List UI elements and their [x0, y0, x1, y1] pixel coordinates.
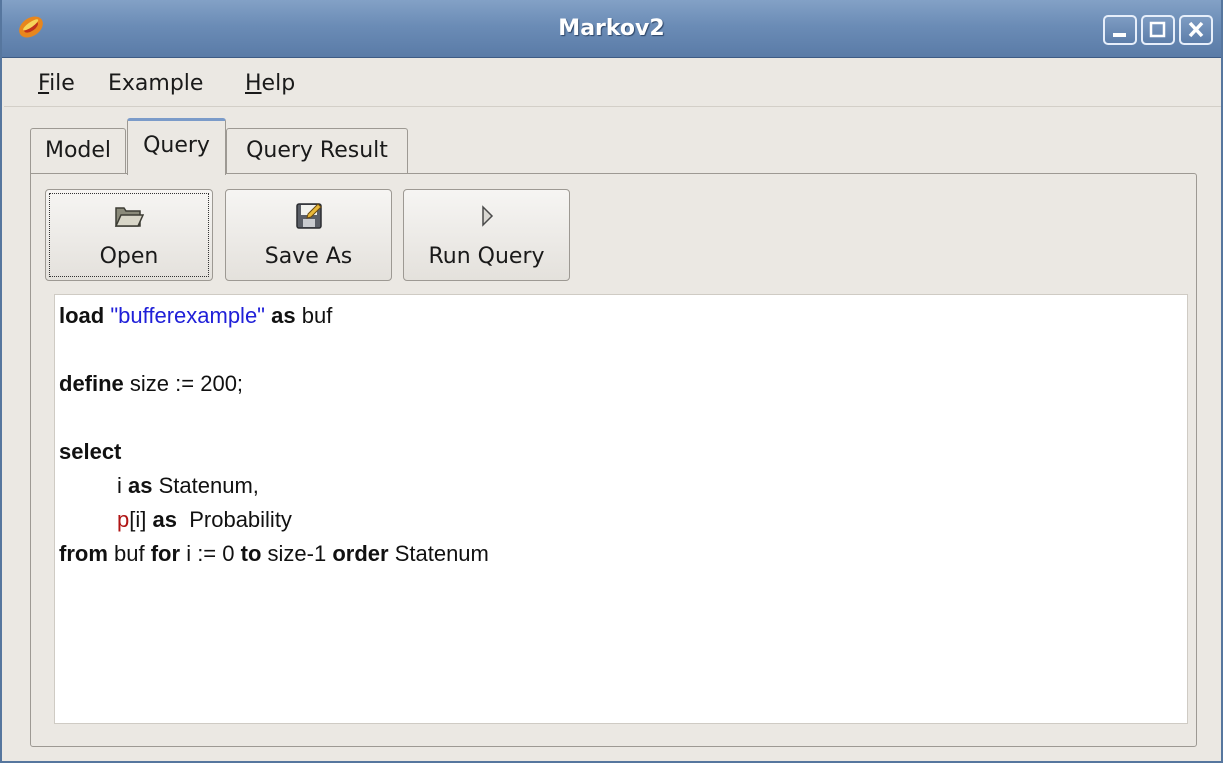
tab-query[interactable]: Query [127, 118, 226, 175]
keyword: to [240, 541, 262, 566]
minimize-button[interactable] [1103, 15, 1137, 45]
keyword: as [128, 473, 153, 498]
menu-example[interactable]: Example [108, 71, 203, 96]
play-arrow-icon [481, 205, 493, 227]
menu-file-label: ile [49, 71, 75, 96]
query-editor[interactable]: load "bufferexample" as buf define size … [54, 294, 1188, 724]
menu-file-mnemonic: F [38, 71, 50, 96]
folder-open-icon [114, 207, 144, 227]
run-query-button-label: Run Query [428, 244, 545, 269]
maximize-button[interactable] [1141, 15, 1175, 45]
keyword: as [152, 507, 177, 532]
menu-help[interactable]: Help [245, 71, 295, 96]
code-text: buf [301, 303, 333, 328]
keyword: order [332, 541, 389, 566]
keyword: as [271, 303, 296, 328]
floppy-save-icon [295, 203, 322, 229]
keyword: define [59, 371, 124, 396]
close-icon [1188, 21, 1204, 38]
menu-bar: File Example Help [4, 59, 1221, 107]
query-panel: Open Save As Run Query load "bufferexamp… [30, 173, 1197, 747]
run-query-button[interactable]: Run Query [403, 189, 570, 281]
editor-line-blank [59, 401, 1187, 435]
editor-line-6: from buf for i := 0 to size-1 order Stat… [59, 537, 1187, 571]
window-title: Markov2 [558, 16, 665, 41]
maximize-icon [1149, 21, 1166, 38]
code-text: Statenum, [158, 473, 259, 498]
code-text: [i] [129, 507, 147, 532]
editor-line-1: load "bufferexample" as buf [59, 299, 1187, 333]
open-button[interactable]: Open [45, 189, 213, 281]
save-as-button-label: Save As [264, 244, 353, 269]
minimize-icon [1113, 33, 1126, 37]
code-text: size := 200; [129, 371, 244, 396]
code-text: i [117, 473, 122, 498]
open-button-label: Open [99, 244, 159, 269]
keyword: select [59, 439, 122, 464]
window-controls [1099, 15, 1213, 45]
title-bar[interactable]: Markov2 [2, 0, 1221, 58]
tab-model[interactable]: Model [30, 128, 126, 174]
keyword: from [59, 541, 108, 566]
editor-line-2: define size := 200; [59, 367, 1187, 401]
keyword: for [150, 541, 181, 566]
save-as-button[interactable]: Save As [225, 189, 392, 281]
code-text: size-1 [267, 541, 327, 566]
string-literal: "bufferexample" [110, 303, 265, 328]
tab-query-result[interactable]: Query Result [226, 128, 408, 174]
keyword: load [59, 303, 105, 328]
code-text: i := 0 [186, 541, 235, 566]
code-text: Probability [189, 507, 292, 532]
variable-highlight: p [117, 507, 130, 532]
editor-line-4: i as Statenum, [59, 469, 1187, 503]
close-button[interactable] [1179, 15, 1213, 45]
menu-help-label: elp [261, 71, 296, 96]
application-window: Markov2 File Example Help Model Query Qu… [0, 0, 1223, 763]
menu-help-mnemonic: H [245, 71, 262, 96]
editor-line-5: p[i] as Probability [59, 503, 1187, 537]
menu-file[interactable]: File [38, 71, 75, 96]
editor-line-3: select [59, 435, 1187, 469]
editor-line-blank [59, 333, 1187, 367]
code-text: buf [114, 541, 145, 566]
code-text: Statenum [394, 541, 489, 566]
